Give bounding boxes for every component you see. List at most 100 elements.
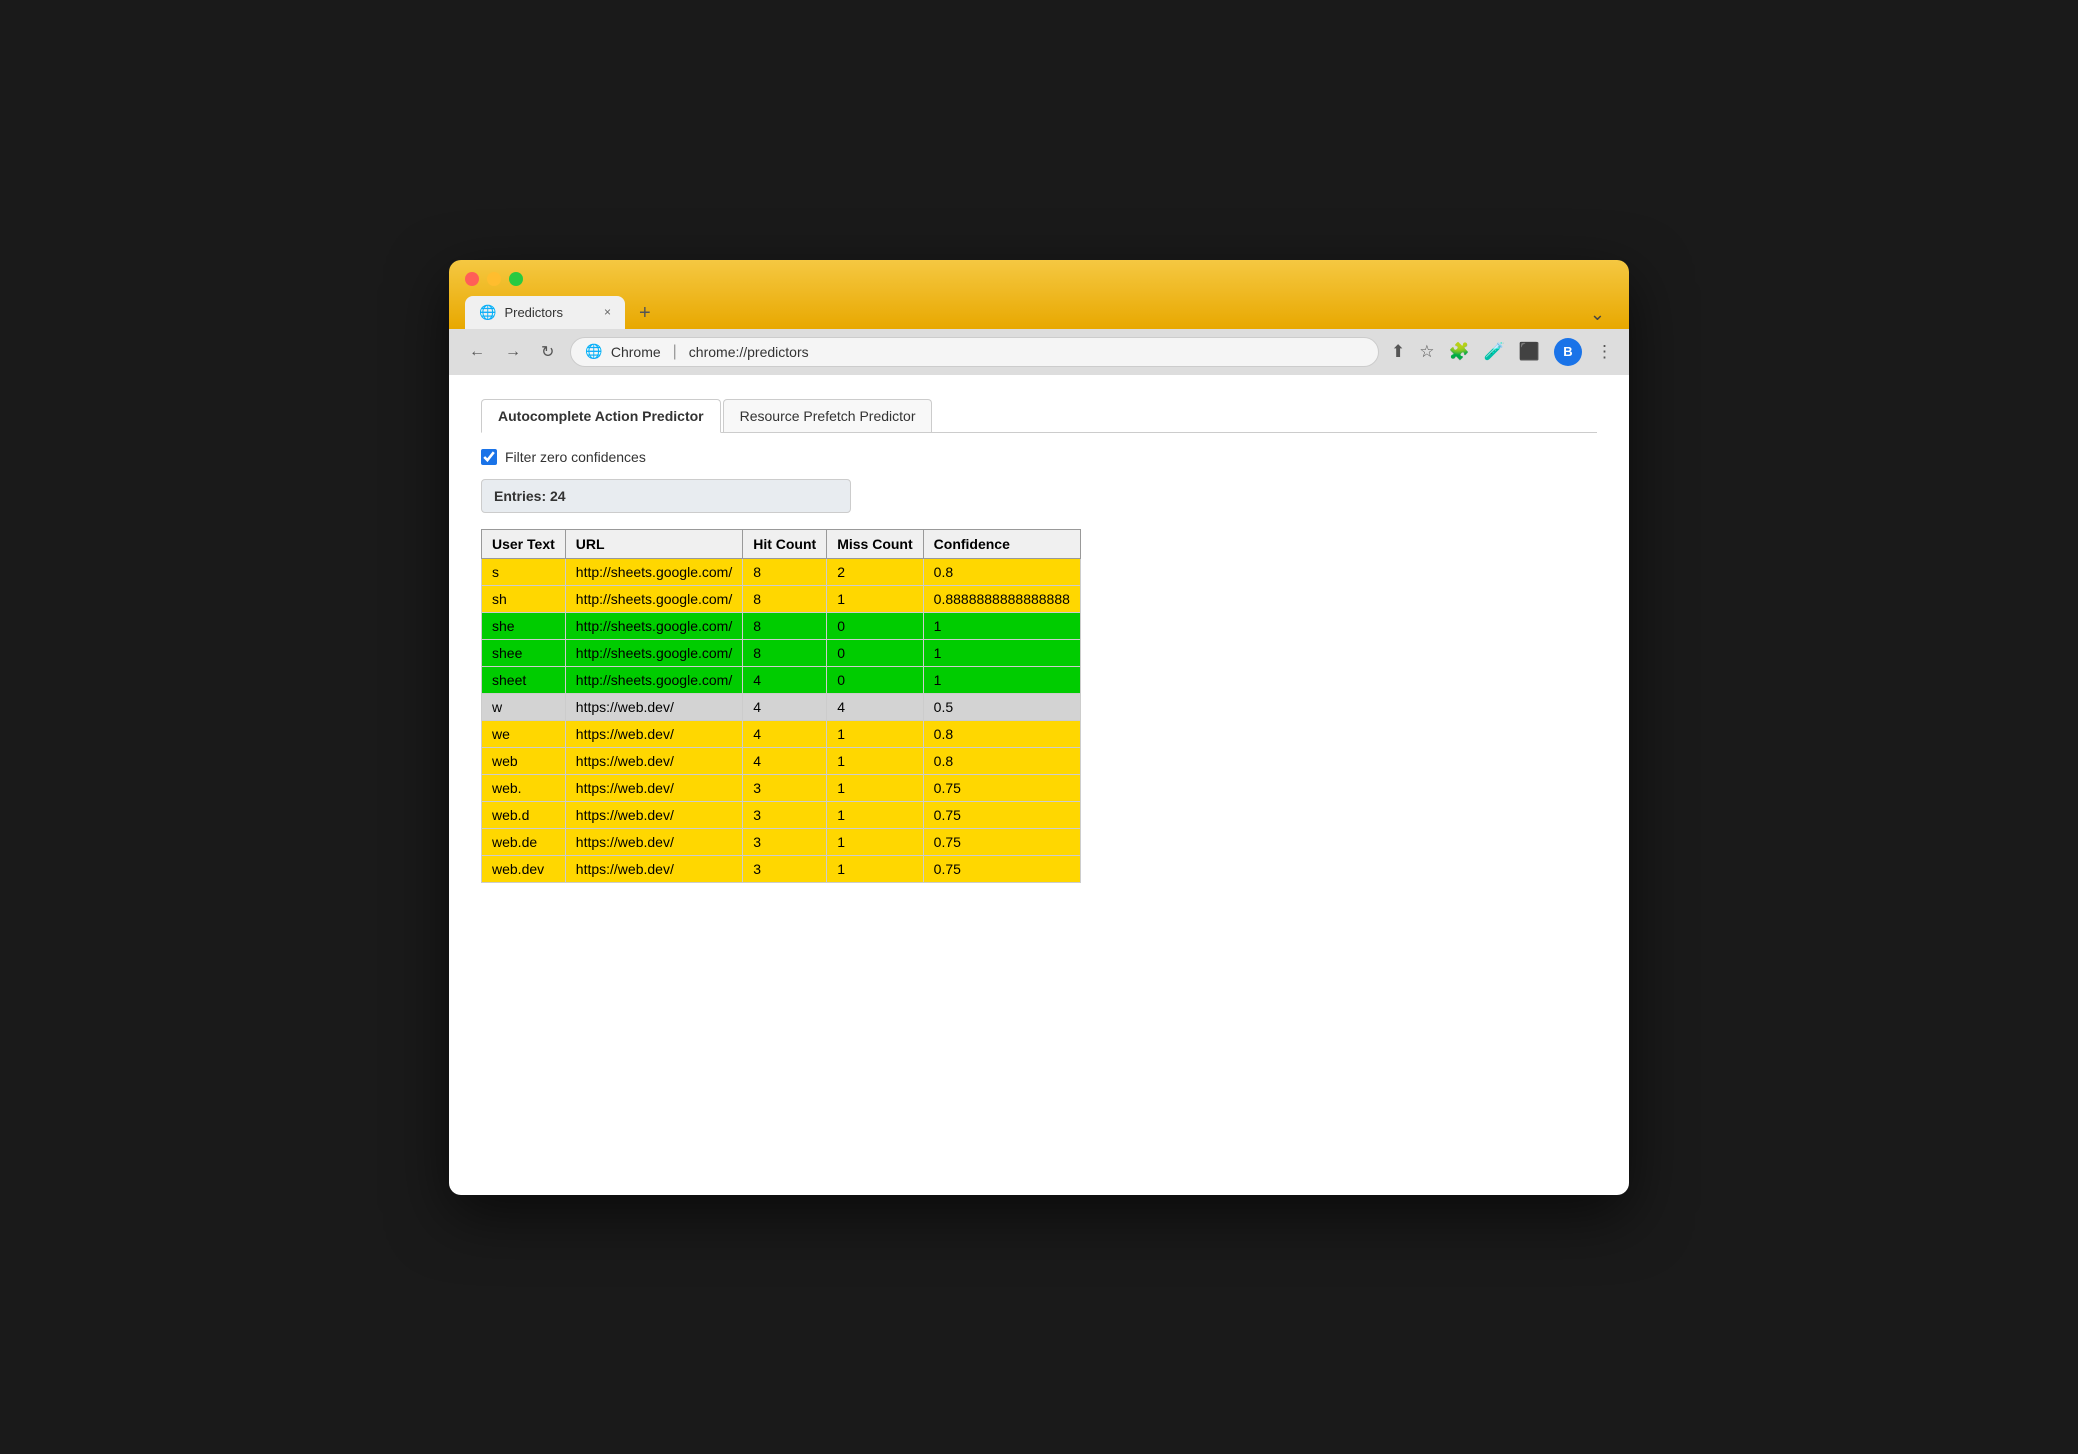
cell-4: 0.8 <box>923 720 1080 747</box>
cell-0: web.d <box>482 801 566 828</box>
forward-button[interactable]: → <box>501 339 525 365</box>
cell-1: http://sheets.google.com/ <box>565 639 742 666</box>
tab-close-icon[interactable]: × <box>604 305 611 319</box>
cell-3: 1 <box>827 801 923 828</box>
back-button[interactable]: ← <box>465 339 489 365</box>
table-header-row: User Text URL Hit Count Miss Count Confi… <box>482 529 1081 558</box>
cell-2: 3 <box>743 855 827 882</box>
address-favicon-icon: 🌐 <box>585 343 602 360</box>
cell-4: 0.75 <box>923 801 1080 828</box>
cell-4: 0.8888888888888888 <box>923 585 1080 612</box>
col-header-user-text: User Text <box>482 529 566 558</box>
table-row: shttp://sheets.google.com/820.8 <box>482 558 1081 585</box>
cell-0: sheet <box>482 666 566 693</box>
col-header-url: URL <box>565 529 742 558</box>
cell-2: 3 <box>743 828 827 855</box>
sidebar-icon[interactable]: ⬛ <box>1519 342 1540 362</box>
table-row: web.dhttps://web.dev/310.75 <box>482 801 1081 828</box>
cell-1: http://sheets.google.com/ <box>565 558 742 585</box>
cell-2: 4 <box>743 720 827 747</box>
cell-0: s <box>482 558 566 585</box>
cell-3: 0 <box>827 612 923 639</box>
address-separator: | <box>673 343 677 361</box>
cell-4: 0.75 <box>923 855 1080 882</box>
cell-1: http://sheets.google.com/ <box>565 585 742 612</box>
cell-1: http://sheets.google.com/ <box>565 666 742 693</box>
toolbar-icons: ⬆ ☆ 🧩 🧪 ⬛ B ⋮ <box>1391 338 1613 366</box>
cell-1: https://web.dev/ <box>565 855 742 882</box>
cell-4: 1 <box>923 612 1080 639</box>
cell-2: 3 <box>743 774 827 801</box>
cell-1: https://web.dev/ <box>565 693 742 720</box>
cell-3: 1 <box>827 855 923 882</box>
cell-3: 2 <box>827 558 923 585</box>
browser-window: 🌐 Predictors × + ⌄ ← → ↻ 🌐 Chrome | chro… <box>449 260 1629 1195</box>
tab-title: Predictors <box>504 305 563 320</box>
star-icon[interactable]: ☆ <box>1419 342 1434 362</box>
cell-1: http://sheets.google.com/ <box>565 612 742 639</box>
cell-3: 1 <box>827 585 923 612</box>
address-site-label: Chrome <box>611 344 661 360</box>
cell-0: web.dev <box>482 855 566 882</box>
predictors-table: User Text URL Hit Count Miss Count Confi… <box>481 529 1081 883</box>
cell-4: 0.5 <box>923 693 1080 720</box>
page-tabs: Autocomplete Action Predictor Resource P… <box>481 399 1597 433</box>
share-icon[interactable]: ⬆ <box>1391 342 1405 362</box>
title-bar: 🌐 Predictors × + ⌄ <box>449 260 1629 329</box>
table-row: whttps://web.dev/440.5 <box>482 693 1081 720</box>
cell-3: 0 <box>827 639 923 666</box>
cell-2: 4 <box>743 666 827 693</box>
more-icon[interactable]: ⋮ <box>1596 342 1613 362</box>
address-bar: ← → ↻ 🌐 Chrome | chrome://predictors ⬆ ☆… <box>449 329 1629 375</box>
cell-1: https://web.dev/ <box>565 774 742 801</box>
table-row: web.https://web.dev/310.75 <box>482 774 1081 801</box>
tab-bar: 🌐 Predictors × + ⌄ <box>465 296 1613 329</box>
cell-2: 4 <box>743 747 827 774</box>
maximize-button[interactable] <box>509 272 523 286</box>
new-tab-button[interactable]: + <box>629 298 661 329</box>
cell-4: 0.75 <box>923 828 1080 855</box>
cell-2: 8 <box>743 612 827 639</box>
col-header-miss-count: Miss Count <box>827 529 923 558</box>
cell-1: https://web.dev/ <box>565 801 742 828</box>
filter-checkbox[interactable] <box>481 449 497 465</box>
table-row: sheehttp://sheets.google.com/801 <box>482 639 1081 666</box>
cell-1: https://web.dev/ <box>565 720 742 747</box>
filter-row: Filter zero confidences <box>481 449 1597 465</box>
address-input[interactable]: 🌐 Chrome | chrome://predictors <box>570 337 1379 367</box>
cell-0: web.de <box>482 828 566 855</box>
table-row: web.dehttps://web.dev/310.75 <box>482 828 1081 855</box>
cell-0: web <box>482 747 566 774</box>
cell-0: shee <box>482 639 566 666</box>
cell-2: 8 <box>743 585 827 612</box>
minimize-button[interactable] <box>487 272 501 286</box>
tab-autocomplete[interactable]: Autocomplete Action Predictor <box>481 399 721 433</box>
cell-0: sh <box>482 585 566 612</box>
filter-label: Filter zero confidences <box>505 449 646 465</box>
cell-3: 1 <box>827 774 923 801</box>
entries-bar: Entries: 24 <box>481 479 851 513</box>
close-button[interactable] <box>465 272 479 286</box>
table-row: shhttp://sheets.google.com/810.888888888… <box>482 585 1081 612</box>
cell-0: web. <box>482 774 566 801</box>
cell-0: w <box>482 693 566 720</box>
tab-menu-icon[interactable]: ⌄ <box>1582 300 1613 329</box>
cell-4: 0.8 <box>923 558 1080 585</box>
cell-2: 3 <box>743 801 827 828</box>
table-row: wehttps://web.dev/410.8 <box>482 720 1081 747</box>
cell-3: 4 <box>827 693 923 720</box>
table-row: webhttps://web.dev/410.8 <box>482 747 1081 774</box>
reload-button[interactable]: ↻ <box>537 338 558 366</box>
cell-3: 1 <box>827 747 923 774</box>
cell-0: we <box>482 720 566 747</box>
col-header-hit-count: Hit Count <box>743 529 827 558</box>
cell-4: 1 <box>923 639 1080 666</box>
lab-icon[interactable]: 🧪 <box>1484 342 1505 362</box>
avatar[interactable]: B <box>1554 338 1582 366</box>
extensions-icon[interactable]: 🧩 <box>1448 342 1469 362</box>
browser-tab-predictors[interactable]: 🌐 Predictors × <box>465 296 625 329</box>
tab-resource-prefetch[interactable]: Resource Prefetch Predictor <box>723 399 933 432</box>
page-content: Autocomplete Action Predictor Resource P… <box>449 375 1629 1195</box>
col-header-confidence: Confidence <box>923 529 1080 558</box>
tab-favicon-icon: 🌐 <box>479 304 496 321</box>
